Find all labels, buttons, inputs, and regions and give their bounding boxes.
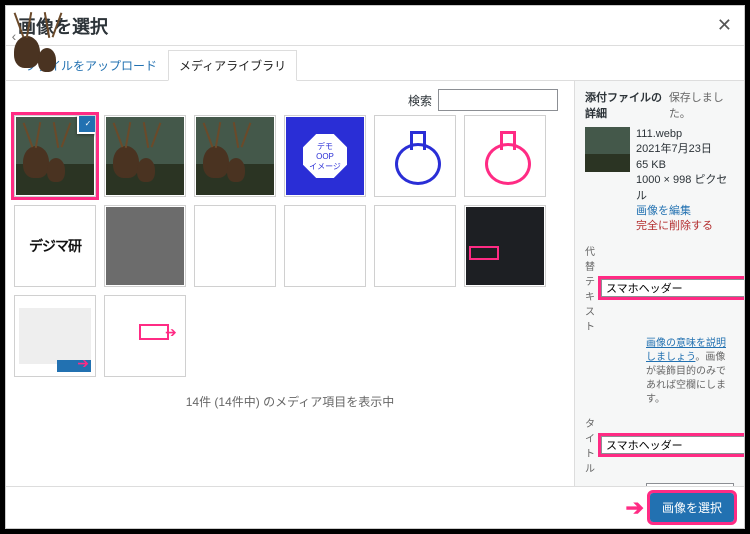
delete-permanently-link[interactable]: 完全に削除する <box>636 220 713 232</box>
tab-strip: ファイルをアップロード メディアライブラリ <box>6 46 744 81</box>
file-dimensions: 1000 × 998 ピクセル <box>636 173 734 204</box>
media-item[interactable] <box>14 295 96 377</box>
tab-library[interactable]: メディアライブラリ <box>168 50 297 81</box>
flask-icon <box>485 131 525 181</box>
logo-octagon: デモ OOP イメージ <box>303 134 347 178</box>
file-date: 2021年7月23日 <box>636 142 734 157</box>
media-count-status: 14件 (14件中) のメディア項目を表示中 <box>14 377 566 418</box>
modal-footer: ➔ 画像を選択 <box>6 486 744 528</box>
media-grid-panel: 検索 ✓ デモ OOP イメージ デジマ研 <box>6 81 574 486</box>
media-item[interactable]: デモ OOP イメージ <box>284 115 366 197</box>
search-input[interactable] <box>438 89 558 111</box>
attachment-details-panel: 添付ファイルの詳細 保存しました。 111.webp 2021年7月23日 65… <box>574 81 744 486</box>
media-item[interactable]: ✓ <box>14 115 96 197</box>
media-item[interactable] <box>104 295 186 377</box>
media-item[interactable] <box>284 205 366 287</box>
media-item[interactable] <box>104 205 186 287</box>
brand-text: デジマ研 <box>29 236 81 256</box>
alt-text-label: 代替テキスト <box>585 243 595 333</box>
media-item[interactable] <box>374 205 456 287</box>
media-grid: ✓ デモ OOP イメージ デジマ研 <box>14 115 566 377</box>
title-label: タイトル <box>585 415 595 475</box>
pointer-arrow-icon: ➔ <box>626 495 644 521</box>
media-item[interactable] <box>374 115 456 197</box>
media-item[interactable] <box>464 115 546 197</box>
media-modal: ‹ 画像を選択 ✕ ファイルをアップロード メディアライブラリ 検索 ✓ <box>5 5 745 529</box>
details-heading: 添付ファイルの詳細 <box>585 89 669 121</box>
select-image-button[interactable]: 画像を選択 <box>650 493 734 522</box>
filename: 111.webp <box>636 127 734 142</box>
media-item[interactable] <box>464 205 546 287</box>
checkmark-icon: ✓ <box>77 115 96 134</box>
modal-header: 画像を選択 ✕ <box>6 6 744 46</box>
flask-icon <box>395 131 435 181</box>
title-input[interactable] <box>601 436 744 454</box>
alt-help-text: 画像の意味を説明しましょう。画像が装飾目的のみであれば空欄にします。 <box>646 337 734 407</box>
attachment-meta: 111.webp 2021年7月23日 65 KB 1000 × 998 ピクセ… <box>636 127 734 235</box>
attachment-thumbnail <box>585 127 630 172</box>
edit-image-link[interactable]: 画像を編集 <box>636 205 691 217</box>
close-icon[interactable]: ✕ <box>717 15 732 36</box>
alt-text-input[interactable] <box>601 279 744 297</box>
media-item[interactable] <box>104 115 186 197</box>
search-label: 検索 <box>408 92 432 109</box>
media-item[interactable] <box>194 115 276 197</box>
file-size: 65 KB <box>636 158 734 173</box>
media-item[interactable]: デジマ研 <box>14 205 96 287</box>
saved-indicator: 保存しました。 <box>669 89 734 121</box>
media-item[interactable] <box>194 205 276 287</box>
